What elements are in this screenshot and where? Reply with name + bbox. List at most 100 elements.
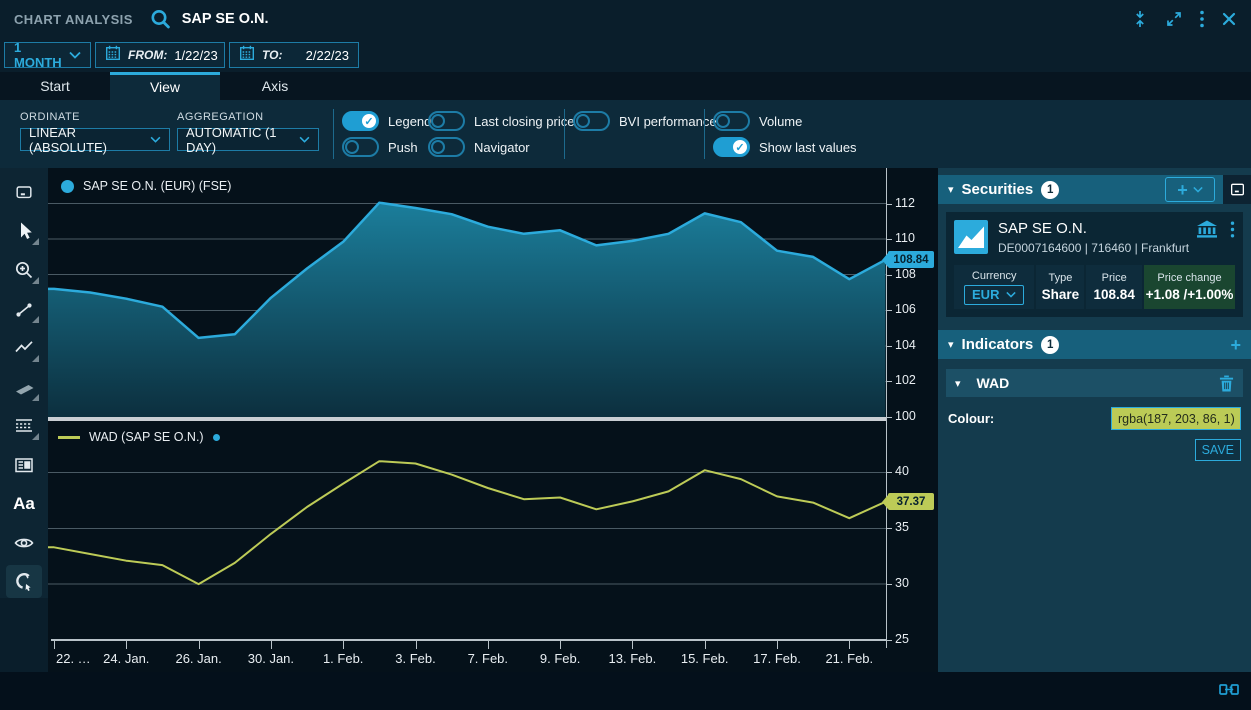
legend-swatch — [58, 436, 80, 439]
tab-view[interactable]: View — [110, 72, 220, 100]
indicators-title: Indicators — [962, 336, 1034, 353]
grid-tool-icon[interactable] — [6, 409, 42, 442]
y-axis-label: 102 — [895, 373, 916, 387]
aggregation-select[interactable]: AUTOMATIC (1 DAY) — [177, 128, 319, 151]
security-texts: SAP SE O.N. DE0007164600 | 716460 | Fran… — [998, 220, 1186, 255]
ordinate-select[interactable]: LINEAR (ABSOLUTE) — [20, 128, 170, 151]
colour-input[interactable]: rgba(187, 203, 86, 1) — [1111, 407, 1241, 430]
x-axis-label: 22. … — [56, 651, 91, 666]
plus-icon: + — [1177, 181, 1188, 199]
text-tool-icon[interactable]: Aa — [6, 487, 42, 520]
push-toggle-label: Push — [388, 140, 418, 155]
indicators-header[interactable]: ▾ Indicators 1 + — [938, 330, 1251, 359]
x-axis-tick — [343, 641, 344, 649]
y-axis-tick — [886, 417, 892, 418]
add-indicator-button[interactable]: + — [1230, 336, 1241, 354]
flyout-corner — [32, 238, 39, 245]
security-name: SAP SE O.N. — [998, 220, 1186, 237]
delete-indicator-icon[interactable] — [1219, 375, 1234, 392]
save-button[interactable]: SAVE — [1195, 439, 1241, 461]
collapse-caret-icon[interactable]: ▾ — [948, 183, 954, 196]
security-menu-icon[interactable] — [1230, 221, 1235, 243]
news-tool-icon[interactable] — [6, 448, 42, 481]
bvi-performance-label: BVI performance — [619, 114, 717, 129]
from-date-field[interactable]: FROM: 1/22/23 — [95, 42, 225, 68]
x-axis-label: 24. Jan. — [103, 651, 149, 666]
toggle-group-2: Last closing price Navigator — [428, 111, 574, 157]
magnet-tool-icon[interactable] — [6, 565, 42, 598]
bvi-performance-toggle[interactable] — [573, 111, 610, 131]
price-label: Price — [1102, 272, 1127, 284]
x-axis-label: 9. Feb. — [540, 651, 580, 666]
y-axis-tick — [886, 346, 892, 347]
volume-toggle[interactable] — [713, 111, 750, 131]
security-details: DE0007164600 | 716460 | Frankfurt — [998, 241, 1186, 255]
exchange-bank-icon[interactable] — [1196, 220, 1218, 244]
y-axis-tick — [886, 239, 892, 240]
from-value: 1/22/23 — [174, 48, 217, 63]
to-label: TO: — [262, 48, 282, 62]
shape-tool-icon[interactable] — [6, 370, 42, 403]
chevron-down-icon — [299, 136, 310, 143]
collapse-caret-icon[interactable]: ▾ — [948, 338, 954, 351]
price-y-axis[interactable]: 108.84 112110108106104102100 — [886, 168, 938, 417]
y-axis-tick — [886, 381, 892, 382]
search-icon[interactable] — [149, 8, 172, 31]
expand-icon[interactable] — [1165, 10, 1183, 28]
cursor-tool-icon[interactable] — [6, 214, 42, 247]
collapse-vertical-icon[interactable] — [1131, 10, 1149, 28]
type-label: Type — [1049, 272, 1073, 284]
toggle-knob — [345, 140, 359, 154]
security-card[interactable]: SAP SE O.N. DE0007164600 | 716460 | Fran… — [946, 212, 1243, 317]
wad-y-axis[interactable]: 37.37 40353025 — [886, 421, 938, 640]
y-axis-tick — [886, 528, 892, 529]
parent-series-bullet — [213, 434, 220, 441]
type-value: Share — [1042, 287, 1080, 302]
x-axis-tick — [271, 641, 272, 649]
calendar-icon — [105, 45, 121, 66]
currency-select[interactable]: EUR — [964, 285, 1024, 305]
toggle-group-1: Legend Push — [342, 111, 431, 157]
last-closing-price-toggle[interactable] — [428, 111, 465, 131]
aggregation-field: AGGREGATION AUTOMATIC (1 DAY) — [177, 111, 319, 151]
add-security-button[interactable]: + — [1165, 177, 1215, 202]
last-wad-value: 37.37 — [897, 496, 926, 508]
y-axis-tick — [886, 584, 892, 585]
collapse-caret-icon[interactable]: ▾ — [955, 377, 961, 390]
x-axis-label: 3. Feb. — [395, 651, 435, 666]
legend-toggle[interactable] — [342, 111, 379, 131]
security-card-header: SAP SE O.N. DE0007164600 | 716460 | Fran… — [954, 220, 1235, 255]
collapse-panel-icon[interactable] — [1223, 175, 1251, 204]
trend-line-tool-icon[interactable] — [6, 292, 42, 325]
bottom-bar — [0, 672, 1251, 710]
tab-axis[interactable]: Axis — [220, 72, 330, 100]
y-axis-label: 106 — [895, 302, 916, 316]
dock-panel-icon[interactable] — [6, 175, 42, 208]
visibility-tool-icon[interactable] — [6, 526, 42, 559]
to-date-field[interactable]: TO: 2/22/23 — [229, 42, 359, 68]
link-windows-icon[interactable] — [1219, 682, 1239, 697]
colour-label: Colour: — [948, 411, 994, 426]
currency-value: EUR — [972, 287, 999, 302]
kebab-menu-icon[interactable] — [1199, 10, 1205, 28]
push-toggle[interactable] — [342, 137, 379, 157]
wad-indicator-header[interactable]: ▾ WAD — [946, 369, 1243, 397]
securities-header[interactable]: ▾ Securities 1 + — [938, 175, 1251, 204]
chart-plot-region: SAP SE O.N. (EUR) (FSE) WAD (SAP SE O.N.… — [48, 168, 886, 672]
view-toolbar: ORDINATE LINEAR (ABSOLUTE) AGGREGATION A… — [0, 100, 1251, 168]
zigzag-tool-icon[interactable] — [6, 331, 42, 364]
toggle-group-3: BVI performance — [573, 111, 717, 131]
range-select[interactable]: 1 MONTH — [4, 42, 91, 68]
close-icon[interactable] — [1221, 11, 1237, 27]
wad-indicator-plot[interactable] — [48, 421, 886, 640]
x-axis-label: 1. Feb. — [323, 651, 363, 666]
price-chart-plot[interactable] — [48, 168, 886, 417]
tab-start[interactable]: Start — [0, 72, 110, 100]
to-value: 2/22/23 — [306, 48, 349, 63]
toggle-knob — [716, 114, 730, 128]
x-axis-tick — [849, 641, 850, 649]
navigator-toggle[interactable] — [428, 137, 465, 157]
zoom-tool-icon[interactable] — [6, 253, 42, 286]
show-last-values-toggle[interactable] — [713, 137, 750, 157]
toolbar-divider — [704, 109, 705, 159]
